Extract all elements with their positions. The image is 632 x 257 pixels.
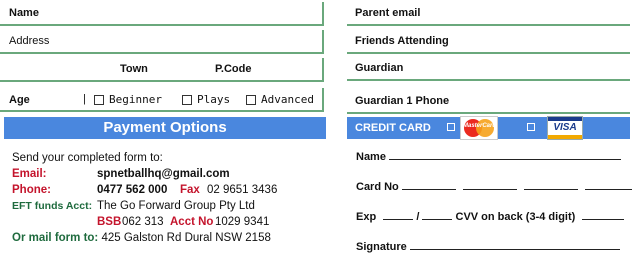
card-name-row: Name [356, 148, 622, 163]
mastercard-text: MasterCard [463, 123, 497, 129]
send-text: Send your completed form to: [12, 152, 163, 164]
plays-checkbox[interactable] [182, 95, 192, 105]
signature-row: Signature [356, 238, 620, 253]
card-expiry-row: Exp / CVV on back (3-4 digit) [356, 208, 625, 223]
contact-block: Send your completed form to: Email: spne… [12, 150, 327, 246]
acct-label: Acct No [170, 216, 214, 228]
credit-card-title: CREDIT CARD [355, 122, 431, 134]
card-number-input-3[interactable] [523, 178, 578, 190]
address-label: Address [9, 35, 50, 47]
mail-value: 425 Galston Rd Dural NSW 2158 [101, 232, 271, 244]
exp-separator: / [416, 211, 420, 223]
guardian-phone-field[interactable]: Guardian 1 Phone [347, 90, 630, 114]
option-plays[interactable]: Plays [182, 93, 230, 106]
beginner-checkbox[interactable] [94, 95, 104, 105]
mail-label: Or mail form to: [12, 232, 99, 244]
email-value: spnetballhq@gmail.com [97, 168, 230, 180]
signature-label: Signature [356, 241, 407, 253]
guardian-label: Guardian [355, 62, 404, 74]
phone-value: 0477 562 000 [97, 184, 168, 196]
mastercard-checkbox[interactable] [447, 123, 455, 131]
age-separator: | [83, 93, 86, 105]
exp-year-input[interactable] [422, 208, 453, 220]
signature-input[interactable] [409, 238, 620, 250]
phone-label: Phone: [12, 184, 51, 196]
bsb-label: BSB [97, 216, 122, 228]
advanced-label: Advanced [261, 93, 314, 106]
payment-options-banner: Payment Options [4, 117, 326, 139]
visa-logo-icon: VISA [547, 116, 583, 140]
guardian-field[interactable]: Guardian [347, 57, 630, 81]
parent-email-label: Parent email [355, 7, 421, 19]
name-field[interactable]: Name [0, 2, 324, 26]
friends-label: Friends Attending [355, 35, 449, 47]
cvv-label: CVV on back (3-4 digit) [455, 211, 576, 223]
card-number-input-2[interactable] [462, 178, 517, 190]
fax-label: Fax [180, 184, 200, 196]
credit-card-banner: CREDIT CARD MasterCard VISA [347, 116, 630, 140]
exp-month-input[interactable] [383, 208, 414, 220]
parent-email-field[interactable]: Parent email [347, 2, 630, 26]
town-label: Town [120, 63, 148, 75]
eft-value: The Go Forward Group Pty Ltd [97, 200, 255, 212]
bsb-value: 062 313 [122, 216, 164, 228]
friends-attending-field[interactable]: Friends Attending [347, 30, 630, 54]
beginner-label: Beginner [109, 93, 162, 106]
guardian-phone-label: Guardian 1 Phone [355, 95, 450, 107]
option-beginner[interactable]: Beginner [94, 93, 162, 106]
card-number-input-4[interactable] [585, 178, 632, 190]
pcode-label: P.Code [215, 63, 252, 75]
card-number-input-1[interactable] [401, 178, 456, 190]
card-name-label: Name [356, 151, 386, 163]
mastercard-logo-icon: MasterCard [460, 116, 498, 140]
visa-checkbox[interactable] [527, 123, 535, 131]
fax-value: 02 9651 3436 [207, 184, 278, 196]
card-no-label: Card No [356, 181, 399, 193]
age-field[interactable]: Age | Beginner Plays Advanced [0, 88, 324, 112]
acct-value: 1029 9341 [215, 216, 270, 228]
option-advanced[interactable]: Advanced [246, 93, 314, 106]
cvv-input[interactable] [582, 208, 625, 220]
card-name-input[interactable] [389, 148, 622, 160]
advanced-checkbox[interactable] [246, 95, 256, 105]
email-label: Email: [12, 168, 47, 180]
visa-text: VISA [553, 122, 577, 133]
age-label: Age [9, 94, 30, 106]
eft-label: EFT funds Acct: [12, 200, 93, 212]
plays-label: Plays [197, 93, 231, 106]
payment-title: Payment Options [103, 119, 227, 136]
card-number-row: Card No [356, 178, 632, 193]
town-pcode-field[interactable]: Town P.Code [0, 58, 324, 82]
address-field[interactable]: Address [0, 30, 324, 54]
exp-label: Exp [356, 211, 377, 223]
name-label: Name [9, 7, 39, 19]
